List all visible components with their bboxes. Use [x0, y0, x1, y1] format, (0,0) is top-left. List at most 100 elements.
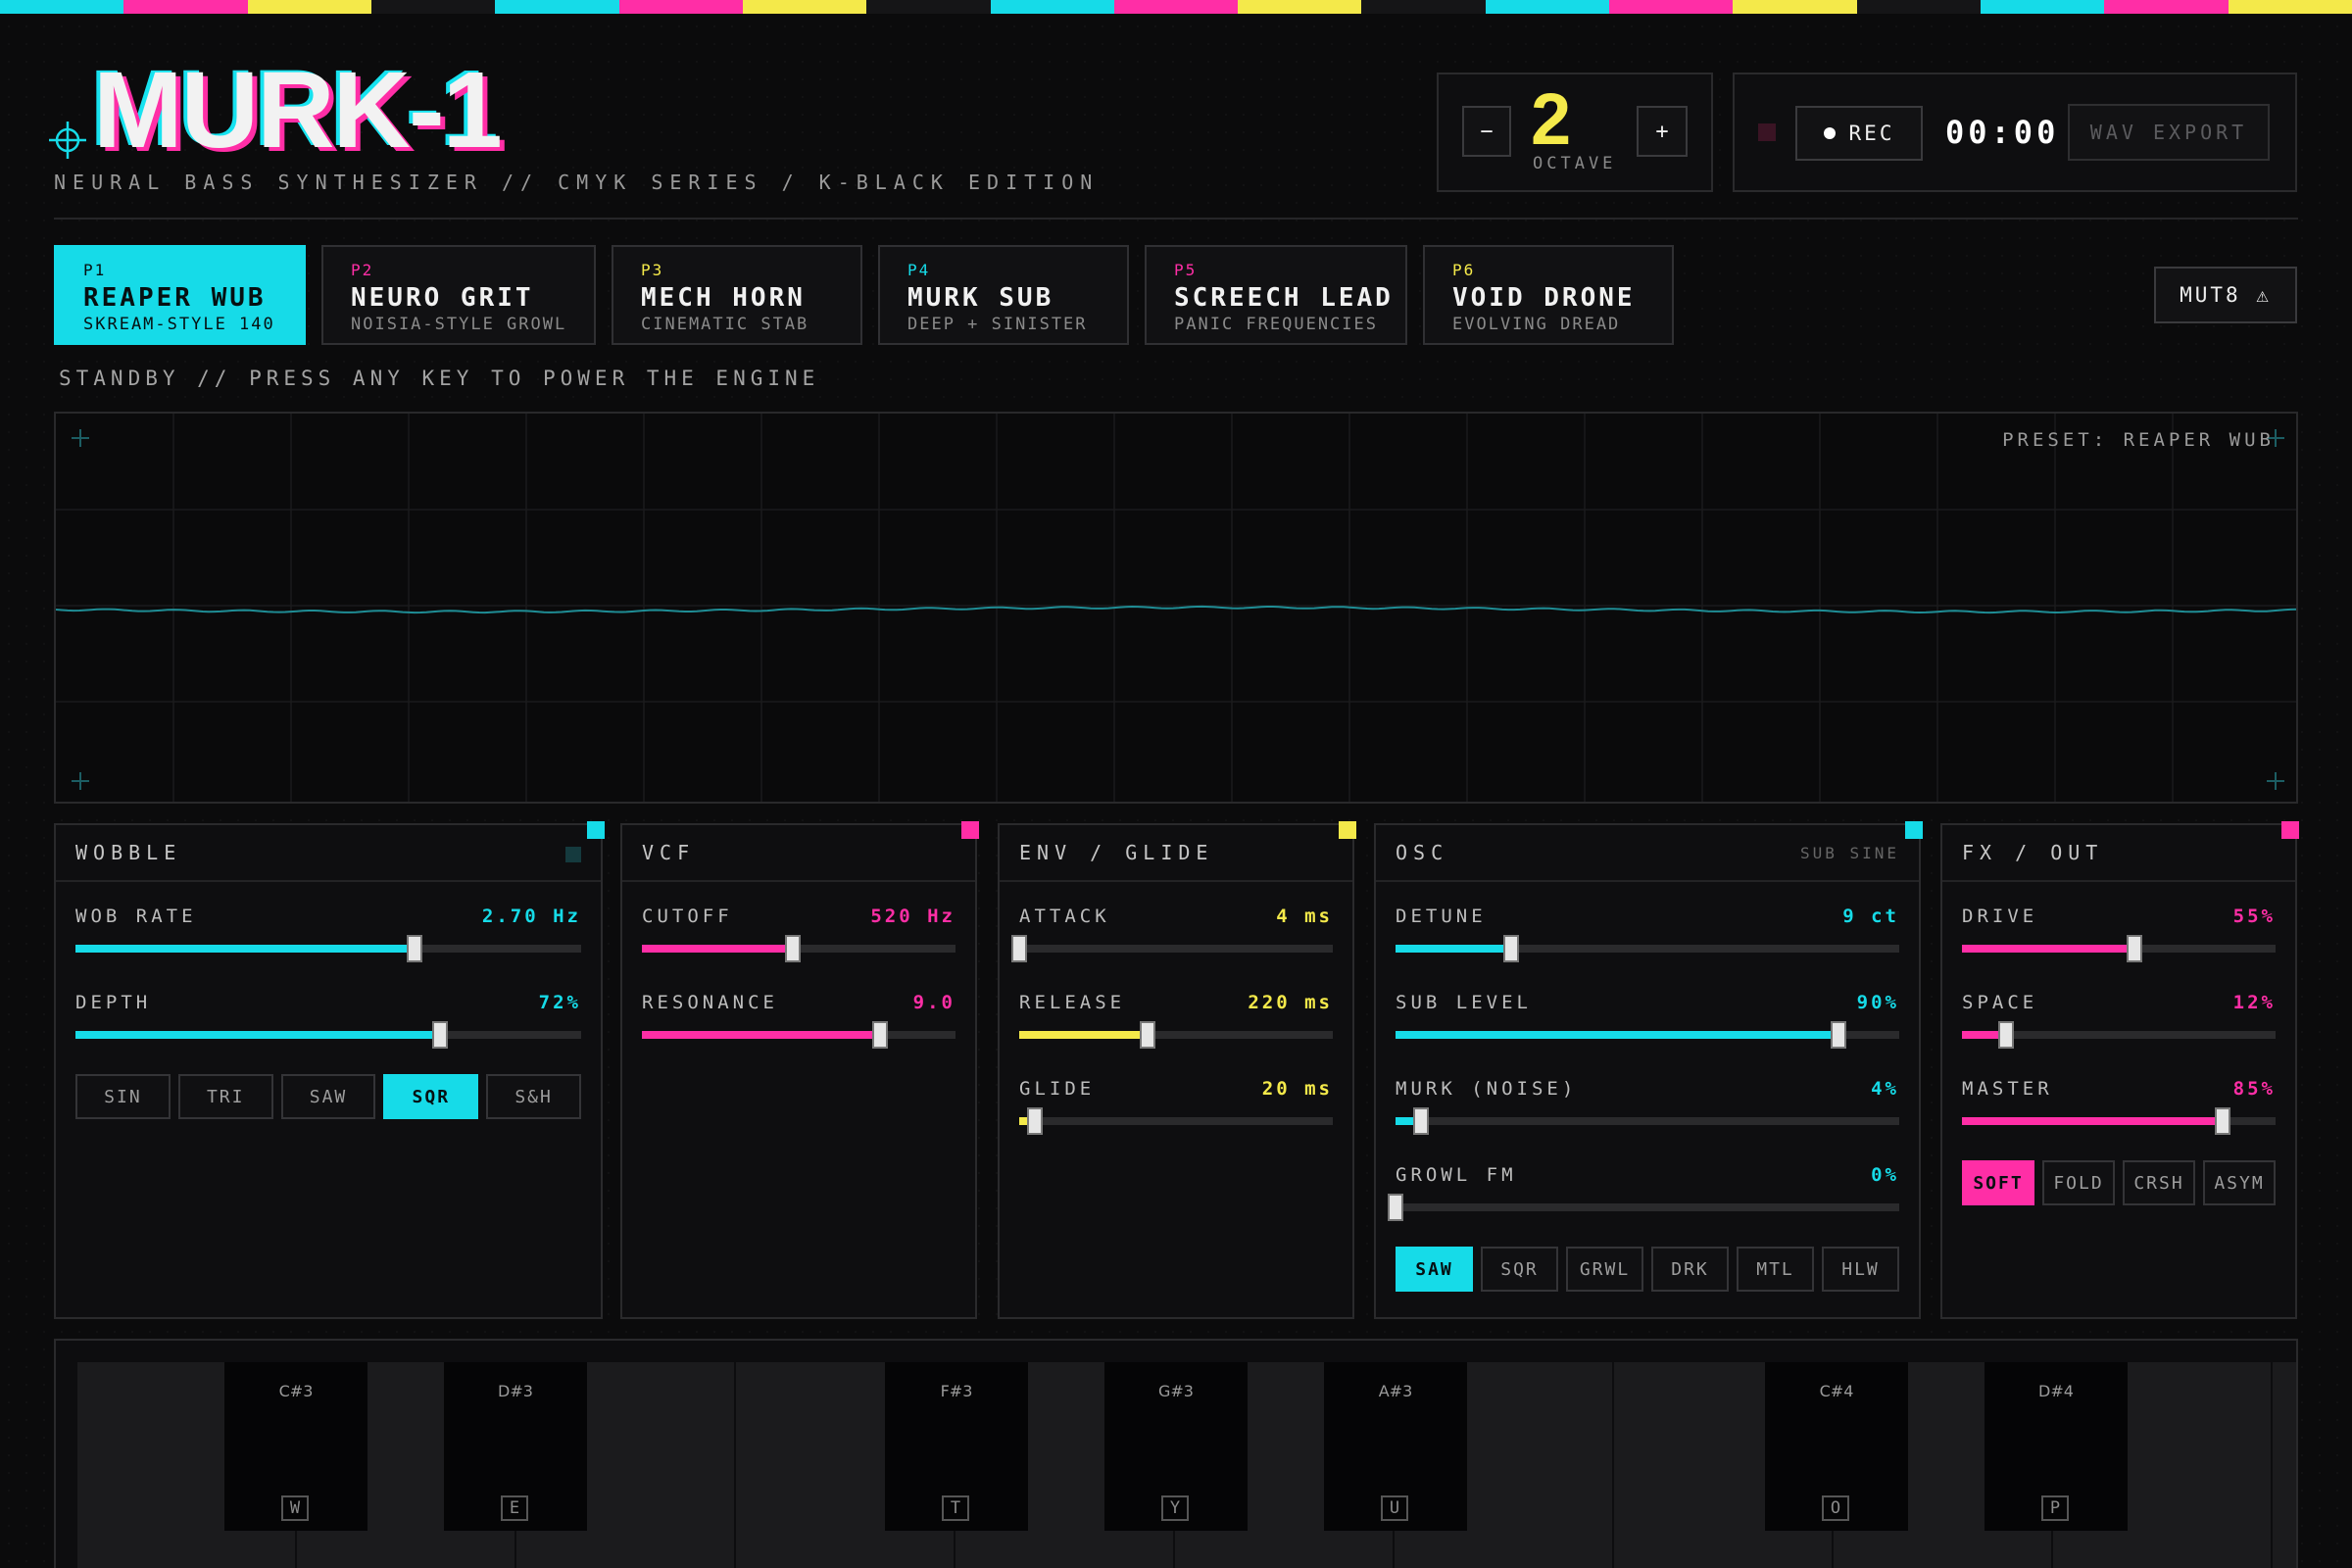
slider-fill	[1019, 1031, 1149, 1039]
lfo-shape-sin-button[interactable]: SIN	[75, 1074, 171, 1119]
wav-export-button[interactable]: WAV EXPORT	[2068, 104, 2270, 161]
slider-depth: DEPTH 72%	[75, 992, 581, 1060]
slider-track[interactable]	[642, 1021, 956, 1049]
drive-mode-soft-button[interactable]: SOFT	[1962, 1160, 2034, 1205]
osc-wave-hlw-button[interactable]: HLW	[1822, 1247, 1899, 1292]
black-key-dsharp4[interactable]: D#4 P	[1984, 1362, 2128, 1531]
slider-fill	[1962, 1117, 2223, 1125]
slider-master: MASTER 85%	[1962, 1078, 2276, 1147]
slider-thumb[interactable]	[406, 935, 422, 962]
note-label: G#3	[1158, 1382, 1194, 1400]
lfo-shape-sqr-button[interactable]: SQR	[383, 1074, 479, 1119]
slider-label: ATTACK	[1019, 906, 1110, 927]
slider-thumb[interactable]	[2214, 1107, 2230, 1135]
preset-card-p3[interactable]: P3 MECH HORN CINEMATIC STAB	[612, 245, 862, 345]
vcf-panel-title: VCF	[642, 841, 696, 864]
slider-thumb[interactable]	[1503, 935, 1520, 962]
slider-fill	[642, 1031, 881, 1039]
preset-card-p1[interactable]: P1 REAPER WUB SKREAM-STYLE 140	[54, 245, 306, 345]
slider-resonance: RESONANCE 9.0	[642, 992, 956, 1060]
lfo-shape-saw-button[interactable]: SAW	[280, 1074, 376, 1119]
wobble-panel: WOBBLE WOB RATE 2.70 Hz DEPTH 72% SIN TRI SAW…	[54, 821, 605, 1319]
slider-value: 72%	[538, 992, 581, 1013]
osc-wave-drk-button[interactable]: DRK	[1651, 1247, 1729, 1292]
color-stripe-segment	[866, 0, 991, 14]
env-glide-panel: ENV / GLIDE ATTACK 4 ms RELEASE 220 ms GLIDE…	[998, 821, 1356, 1319]
slider-label: DRIVE	[1962, 906, 2038, 927]
slider-thumb[interactable]	[1388, 1194, 1403, 1221]
black-key-fsharp3[interactable]: F#3 T	[885, 1362, 1028, 1531]
drive-mode-selector: SOFT FOLD CRSH ASYM	[1962, 1160, 2276, 1205]
black-key-dsharp3[interactable]: D#3 E	[444, 1362, 587, 1531]
preset-card-p5[interactable]: P5 SCREECH LEAD PANIC FREQUENCIES	[1145, 245, 1407, 345]
black-key-asharp3[interactable]: A#3 U	[1324, 1362, 1467, 1531]
osc-wave-grwl-button[interactable]: GRWL	[1566, 1247, 1643, 1292]
slider-label: RELEASE	[1019, 992, 1126, 1013]
mutate-button[interactable]: MUT8 ⚠	[2154, 267, 2297, 323]
black-key-csharp4[interactable]: C#4 O	[1765, 1362, 1908, 1531]
preset-card-p2[interactable]: P2 NEURO GRIT NOISIA-STYLE GROWL	[321, 245, 596, 345]
white-key[interactable]	[2273, 1362, 2296, 1568]
slider-thumb[interactable]	[1412, 1107, 1429, 1135]
slider-label: MURK (NOISE)	[1396, 1078, 1578, 1100]
scope-preset-label: PRESET: REAPER WUB	[2002, 429, 2275, 451]
cmyk-color-bar	[0, 0, 2352, 14]
slider-track[interactable]	[75, 935, 581, 962]
octave-up-button[interactable]: +	[1637, 106, 1688, 157]
slider-track[interactable]	[1019, 1107, 1333, 1135]
drive-mode-crsh-button[interactable]: CRSH	[2123, 1160, 2195, 1205]
slider-track[interactable]	[1962, 935, 2276, 962]
slider-track[interactable]	[1396, 1021, 1899, 1049]
slider-thumb[interactable]	[431, 1021, 448, 1049]
keyboard-shortcut-hint: E	[501, 1495, 528, 1521]
slider-thumb[interactable]	[1997, 1021, 2014, 1049]
app-subtitle: NEURAL BASS SYNTHESIZER // CMYK SERIES /…	[54, 171, 1100, 194]
corner-marker	[961, 821, 979, 839]
slider-drive: DRIVE 55%	[1962, 906, 2276, 974]
slider-track[interactable]	[1396, 935, 1899, 962]
slider-track[interactable]	[1396, 1107, 1899, 1135]
slider-track[interactable]	[1962, 1107, 2276, 1135]
oscilloscope-grid	[56, 414, 2296, 802]
corner-marker	[1339, 821, 1356, 839]
preset-card-p6[interactable]: P6 VOID DRONE EVOLVING DREAD	[1423, 245, 1674, 345]
wobble-sync-toggle[interactable]	[565, 847, 581, 862]
slider-thumb[interactable]	[872, 1021, 889, 1049]
slider-value: 90%	[1856, 992, 1899, 1013]
slider-thumb[interactable]	[1831, 1021, 1847, 1049]
black-key-gsharp3[interactable]: G#3 Y	[1104, 1362, 1248, 1531]
octave-down-button[interactable]: −	[1462, 106, 1511, 157]
black-key-csharp3[interactable]: C#3 W	[224, 1362, 368, 1531]
slider-thumb[interactable]	[2127, 935, 2142, 962]
osc-wave-mtl-button[interactable]: MTL	[1737, 1247, 1814, 1292]
waveform-trace	[56, 605, 2296, 614]
osc-panel-title: OSC	[1396, 841, 1449, 864]
slider-track[interactable]	[75, 1021, 581, 1049]
slider-thumb[interactable]	[1011, 935, 1027, 962]
slider-value: 2.70 Hz	[481, 906, 581, 927]
color-stripe-segment	[1485, 0, 1610, 14]
slider-track[interactable]	[642, 935, 956, 962]
osc-wave-sqr-button[interactable]: SQR	[1481, 1247, 1558, 1292]
drive-mode-fold-button[interactable]: FOLD	[2042, 1160, 2115, 1205]
slider-value: 4%	[1871, 1078, 1899, 1100]
note-label: C#3	[278, 1382, 314, 1400]
drive-mode-asym-button[interactable]: ASYM	[2203, 1160, 2276, 1205]
sub-mode-toggle[interactable]: SUB SINE	[1800, 844, 1899, 862]
slider-value: 12%	[2232, 992, 2276, 1013]
preset-card-p4[interactable]: P4 MURK SUB DEEP + SINISTER	[878, 245, 1129, 345]
slider-thumb[interactable]	[1027, 1107, 1043, 1135]
slider-track[interactable]	[1962, 1021, 2276, 1049]
lfo-shape-tri-button[interactable]: TRI	[177, 1074, 273, 1119]
record-button[interactable]: REC	[1795, 106, 1923, 161]
slider-thumb[interactable]	[784, 935, 801, 962]
app-title: MURK-1	[93, 50, 503, 171]
slider-fill	[75, 1031, 440, 1039]
slider-track[interactable]	[1388, 1194, 1899, 1221]
slider-label: GLIDE	[1019, 1078, 1096, 1100]
slider-track[interactable]	[1011, 935, 1333, 962]
slider-track[interactable]	[1019, 1021, 1333, 1049]
lfo-shape-sh-button[interactable]: S&H	[486, 1074, 581, 1119]
slider-thumb[interactable]	[1140, 1021, 1156, 1049]
osc-wave-saw-button[interactable]: SAW	[1396, 1247, 1473, 1292]
